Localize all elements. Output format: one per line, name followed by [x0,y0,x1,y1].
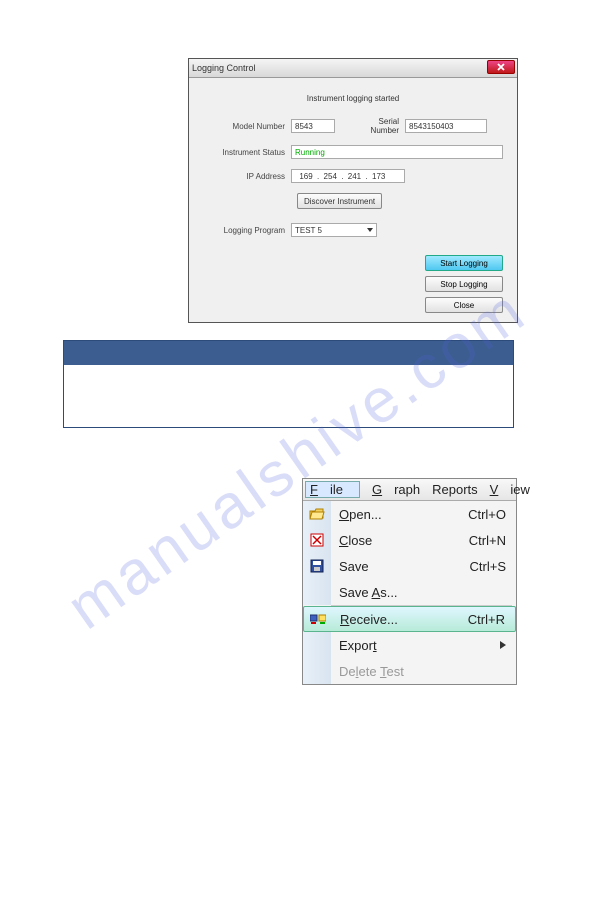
receive-icon [310,612,326,626]
menu-receive[interactable]: Receive... Ctrl+R [303,606,516,632]
menubar: File Graph Reports View [303,479,516,501]
save-icon [310,559,324,573]
menu-view[interactable]: View [490,482,530,497]
folder-open-icon [309,507,325,521]
ip-label: IP Address [203,172,291,181]
menubar-image: File Graph Reports View Open... Ctrl+O C… [302,478,517,685]
ip-octet-1: 169 [295,172,317,181]
stop-logging-button[interactable]: Stop Logging [425,276,503,292]
dialog-titlebar: Logging Control [189,59,517,78]
start-logging-button[interactable]: Start Logging [425,255,503,271]
program-value: TEST 5 [295,226,322,235]
menu-close[interactable]: Close Ctrl+N [303,527,516,553]
menu-open[interactable]: Open... Ctrl+O [303,501,516,527]
dialog-title: Logging Control [192,63,256,73]
serial-value: 8543150403 [405,119,487,133]
menu-delete-test: Delete Test [303,658,516,684]
ip-octet-2: 254 [319,172,341,181]
ip-octet-4: 173 [368,172,390,181]
ip-field[interactable]: 169. 254. 241. 173 [291,169,405,183]
close-icon [496,63,506,71]
logging-control-dialog: Logging Control Instrument logging start… [188,58,518,323]
status-value: Running [291,145,503,159]
ip-octet-3: 241 [343,172,365,181]
menu-save[interactable]: Save Ctrl+S [303,553,516,579]
menu-save-as[interactable]: Save As... [303,579,516,605]
menu-graph[interactable]: Graph [372,482,420,497]
menu-file[interactable]: File [305,481,360,498]
save-shortcut: Ctrl+S [470,559,506,574]
close-shortcut: Ctrl+N [469,533,506,548]
dialog-heading: Instrument logging started [203,94,503,103]
menu-reports[interactable]: Reports [432,482,478,497]
close-button[interactable] [487,60,515,74]
chevron-down-icon [367,228,373,232]
file-dropdown: Open... Ctrl+O Close Ctrl+N Save Ctrl+S … [303,501,516,684]
close-dialog-button[interactable]: Close [425,297,503,313]
serial-label: Serial Number [349,117,405,135]
stripe-bar [64,341,513,365]
open-shortcut: Ctrl+O [468,507,506,522]
dialog-body: Instrument logging started Model Number … [189,78,517,257]
close-file-icon [310,533,324,547]
discover-button[interactable]: Discover Instrument [297,193,382,209]
receive-shortcut: Ctrl+R [468,612,505,627]
status-label: Instrument Status [203,148,291,157]
submenu-arrow-icon [500,641,506,649]
stripe-box [63,340,514,428]
model-value: 8543 [291,119,335,133]
menu-export[interactable]: Export [303,632,516,658]
program-combo[interactable]: TEST 5 [291,223,377,237]
program-label: Logging Program [203,226,291,235]
model-label: Model Number [203,122,291,131]
